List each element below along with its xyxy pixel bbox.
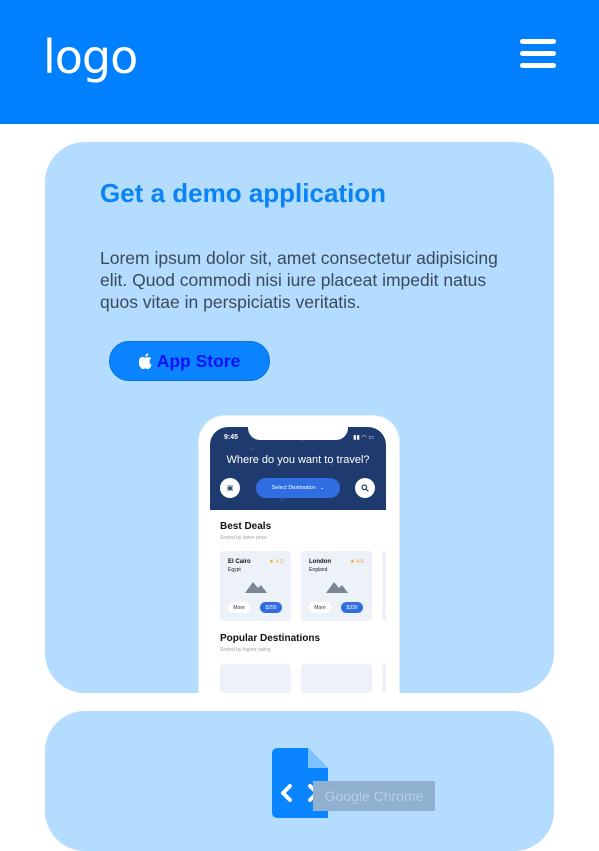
best-deals-sub: Sorted by lower price	[220, 535, 267, 541]
header: logo	[0, 0, 599, 124]
popular-destinations-title: Popular Destinations	[220, 633, 321, 644]
deal-country: Egypt	[228, 567, 241, 573]
app-store-button[interactable]: App Store	[109, 341, 270, 381]
app-tooltip: Google Chrome	[313, 781, 435, 811]
deal-card[interactable]: London England ★ 4.6 More $330	[301, 551, 372, 621]
app-store-label: App Store	[156, 350, 241, 371]
deal-city: El Cairo	[228, 559, 251, 565]
destination-card[interactable]	[220, 664, 291, 693]
select-destination-label: Select Destination	[271, 485, 316, 491]
hamburger-line	[520, 63, 556, 68]
deal-country: England	[309, 567, 328, 573]
logo[interactable]: logo	[43, 30, 138, 84]
deal-card-partial	[382, 551, 386, 621]
phone-question: Where do you want to travel?	[226, 454, 370, 466]
search-button[interactable]	[355, 478, 375, 498]
deal-rating: ★ 4.6	[349, 559, 364, 565]
apple-icon	[138, 353, 152, 369]
deal-price-button[interactable]: $330	[341, 602, 363, 613]
destination-card-partial	[382, 664, 386, 693]
search-icon	[361, 484, 369, 492]
deal-city: London	[309, 559, 331, 565]
destination-card[interactable]	[301, 664, 372, 693]
popular-destinations-sub: Sorted by higher rating	[220, 647, 271, 653]
best-deals-title: Best Deals	[220, 521, 272, 532]
second-card: Google Chrome	[45, 711, 554, 851]
select-destination-button[interactable]: Select Destination ⌄	[256, 478, 340, 498]
demo-title: Get a demo application	[100, 178, 387, 208]
grid-icon: ▣	[226, 485, 234, 492]
phone-notch	[248, 427, 348, 440]
phone-time: 9:45	[224, 434, 239, 441]
phone-screen: 9:45 ▮▮ ◠ ▭ Where do you want to travel?…	[210, 427, 386, 693]
hamburger-menu-button[interactable]	[520, 39, 556, 69]
deal-more-button[interactable]: More	[228, 602, 250, 613]
chevron-down-icon: ⌄	[319, 485, 325, 491]
deal-more-button[interactable]: More	[309, 602, 331, 613]
hamburger-line	[520, 51, 556, 56]
deal-rating: ★ 4.3	[268, 559, 283, 565]
mountain-image-icon	[326, 582, 348, 593]
demo-description: Lorem ipsum dolor sit, amet consectetur …	[100, 248, 498, 312]
mountain-image-icon	[245, 582, 267, 593]
hamburger-icon	[520, 39, 556, 44]
deal-price-button[interactable]: $250	[260, 602, 282, 613]
phone-mockup: 9:45 ▮▮ ◠ ▭ Where do you want to travel?…	[199, 416, 399, 693]
signal-wifi-battery-icon: ▮▮ ◠ ▭	[353, 435, 374, 441]
deal-card[interactable]: El Cairo Egypt ★ 4.3 More $250	[220, 551, 291, 621]
grid-button[interactable]: ▣	[220, 478, 240, 498]
demo-card: Get a demo application Lorem ipsum dolor…	[45, 142, 554, 693]
